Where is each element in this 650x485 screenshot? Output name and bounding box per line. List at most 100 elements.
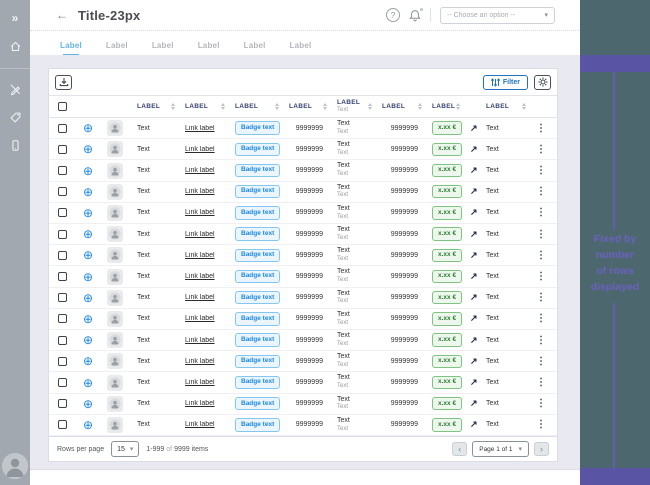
expand-plus-icon[interactable]: ⊕	[83, 292, 93, 304]
row-checkbox[interactable]	[58, 378, 67, 387]
tab-4[interactable]: Label	[186, 41, 232, 56]
open-link-icon[interactable]: ↗	[470, 292, 478, 303]
filter-button[interactable]: Filter	[483, 75, 528, 90]
cell-link[interactable]: Link label	[185, 252, 215, 259]
open-link-icon[interactable]: ↗	[470, 271, 478, 282]
cell-link[interactable]: Link label	[185, 337, 215, 344]
cell-link[interactable]: Link label	[185, 315, 215, 322]
next-page-button[interactable]: ›	[534, 442, 549, 456]
expand-plus-icon[interactable]: ⊕	[83, 271, 93, 283]
open-link-icon[interactable]: ↗	[470, 398, 478, 409]
open-link-icon[interactable]: ↗	[470, 250, 478, 261]
sidebar-collapse-button[interactable]: »	[0, 8, 30, 28]
open-link-icon[interactable]: ↗	[470, 207, 478, 218]
sidebar-item-home[interactable]	[0, 36, 30, 56]
expand-plus-icon[interactable]: ⊕	[83, 355, 93, 367]
column-header-4[interactable]: LABEL	[283, 103, 331, 111]
tab-6[interactable]: Label	[278, 41, 324, 56]
cell-link[interactable]: Link label	[185, 358, 215, 365]
tab-5[interactable]: Label	[232, 41, 278, 56]
open-link-icon[interactable]: ↗	[470, 377, 478, 388]
row-menu-icon[interactable]: ⋮	[536, 377, 546, 388]
cell-link[interactable]: Link label	[185, 125, 215, 132]
cell-link[interactable]: Link label	[185, 273, 215, 280]
row-menu-icon[interactable]: ⋮	[536, 207, 546, 218]
column-header-1[interactable]: LABEL	[131, 103, 179, 111]
expand-plus-icon[interactable]: ⊕	[83, 313, 93, 325]
expand-plus-icon[interactable]: ⊕	[83, 228, 93, 240]
notifications-bell-icon[interactable]	[409, 9, 421, 22]
row-menu-icon[interactable]: ⋮	[536, 165, 546, 176]
open-link-icon[interactable]: ↗	[470, 144, 478, 155]
rows-per-page-select[interactable]: 15 ▾	[111, 441, 139, 457]
row-menu-icon[interactable]: ⋮	[536, 398, 546, 409]
sort-icon[interactable]	[418, 103, 422, 111]
sort-icon[interactable]	[522, 103, 526, 111]
open-link-icon[interactable]: ↗	[470, 229, 478, 240]
row-menu-icon[interactable]: ⋮	[536, 335, 546, 346]
open-link-icon[interactable]: ↗	[470, 165, 478, 176]
page-select[interactable]: Page 1 of 1 ▾	[472, 441, 529, 457]
sort-icon[interactable]	[221, 103, 225, 111]
row-menu-icon[interactable]: ⋮	[536, 229, 546, 240]
cell-link[interactable]: Link label	[185, 188, 215, 195]
expand-plus-icon[interactable]: ⊕	[83, 334, 93, 346]
column-header-5[interactable]: LABELText	[331, 99, 376, 114]
row-checkbox[interactable]	[58, 420, 67, 429]
expand-plus-icon[interactable]: ⊕	[83, 207, 93, 219]
row-menu-icon[interactable]: ⋮	[536, 186, 546, 197]
column-header-7[interactable]: LABEL	[426, 103, 464, 111]
expand-plus-icon[interactable]: ⊕	[83, 377, 93, 389]
row-checkbox[interactable]	[58, 272, 67, 281]
row-checkbox[interactable]	[58, 293, 67, 302]
row-menu-icon[interactable]: ⋮	[536, 144, 546, 155]
sidebar-item-compose[interactable]	[0, 79, 30, 99]
row-menu-icon[interactable]: ⋮	[536, 271, 546, 282]
row-menu-icon[interactable]: ⋮	[536, 313, 546, 324]
sort-icon[interactable]	[323, 103, 327, 111]
row-checkbox[interactable]	[58, 251, 67, 260]
cell-link[interactable]: Link label	[185, 146, 215, 153]
user-avatar[interactable]	[2, 453, 28, 479]
row-menu-icon[interactable]: ⋮	[536, 356, 546, 367]
download-button[interactable]	[55, 75, 72, 90]
row-checkbox[interactable]	[58, 314, 67, 323]
sort-icon[interactable]	[275, 103, 279, 111]
open-link-icon[interactable]: ↗	[470, 186, 478, 197]
back-button[interactable]: ←	[56, 8, 68, 22]
help-icon[interactable]: ?	[386, 8, 400, 22]
open-link-icon[interactable]: ↗	[470, 335, 478, 346]
open-link-icon[interactable]: ↗	[470, 356, 478, 367]
expand-plus-icon[interactable]: ⊕	[83, 122, 93, 134]
tab-3[interactable]: Label	[140, 41, 186, 56]
cell-link[interactable]: Link label	[185, 421, 215, 428]
row-checkbox[interactable]	[58, 399, 67, 408]
cell-link[interactable]: Link label	[185, 209, 215, 216]
cell-link[interactable]: Link label	[185, 400, 215, 407]
prev-page-button[interactable]: ‹	[452, 442, 467, 456]
select-all-checkbox[interactable]	[58, 102, 67, 111]
open-link-icon[interactable]: ↗	[470, 123, 478, 134]
row-menu-icon[interactable]: ⋮	[536, 123, 546, 134]
expand-plus-icon[interactable]: ⊕	[83, 398, 93, 410]
sidebar-item-device[interactable]	[0, 135, 30, 155]
tab-1[interactable]: Label	[48, 41, 94, 56]
row-checkbox[interactable]	[58, 357, 67, 366]
sort-icon[interactable]	[456, 103, 460, 111]
row-menu-icon[interactable]: ⋮	[536, 292, 546, 303]
row-checkbox[interactable]	[58, 145, 67, 154]
expand-plus-icon[interactable]: ⊕	[83, 165, 93, 177]
sidebar-item-tags[interactable]	[0, 107, 30, 127]
row-menu-icon[interactable]: ⋮	[536, 419, 546, 430]
sort-icon[interactable]	[171, 103, 175, 111]
expand-plus-icon[interactable]: ⊕	[83, 249, 93, 261]
open-link-icon[interactable]: ↗	[470, 419, 478, 430]
cell-link[interactable]: Link label	[185, 231, 215, 238]
cell-link[interactable]: Link label	[185, 167, 215, 174]
expand-plus-icon[interactable]: ⊕	[83, 186, 93, 198]
row-checkbox[interactable]	[58, 124, 67, 133]
column-header-6[interactable]: LABEL	[376, 103, 426, 111]
sort-icon[interactable]	[368, 103, 372, 111]
column-header-3[interactable]: LABEL	[229, 103, 283, 111]
row-checkbox[interactable]	[58, 187, 67, 196]
